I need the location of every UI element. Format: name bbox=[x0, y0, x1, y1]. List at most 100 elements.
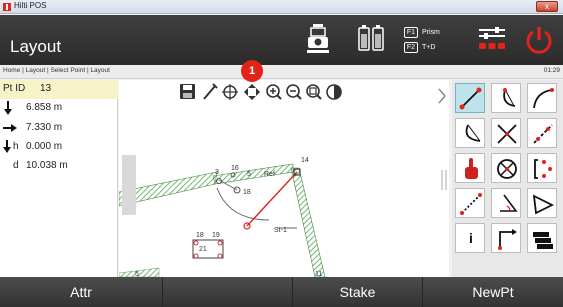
tool-bracket-points[interactable] bbox=[527, 153, 557, 183]
battery-icon[interactable] bbox=[358, 24, 384, 54]
layout-map[interactable]: 3 16 5 Ref 14 18 18 19 21 St-1 13 5 11 bbox=[119, 80, 449, 277]
target-icon bbox=[497, 159, 517, 179]
splitter-grip-icon[interactable] bbox=[440, 170, 448, 190]
hand-point-icon bbox=[465, 158, 478, 179]
hatched-wall-bottom bbox=[119, 267, 160, 277]
f2-key-icon[interactable]: F2 bbox=[404, 42, 418, 53]
tool-angle[interactable] bbox=[491, 188, 521, 218]
hatched-wall-top bbox=[212, 163, 294, 185]
pan-icon[interactable] bbox=[244, 84, 260, 100]
map-drawing: 3 16 5 Ref 14 18 18 19 21 St-1 13 5 11 bbox=[119, 157, 326, 277]
tool-axis[interactable] bbox=[491, 223, 521, 253]
crosshair-icon[interactable] bbox=[222, 84, 238, 100]
map-label: 19 bbox=[212, 232, 220, 239]
zoom-in-icon[interactable] bbox=[266, 84, 282, 100]
map-toolbar bbox=[180, 82, 380, 102]
map-label: 21 bbox=[199, 246, 207, 253]
line-icon bbox=[459, 87, 482, 110]
dashed-line-icon bbox=[460, 193, 482, 215]
h-label: h bbox=[13, 141, 19, 152]
tool-target[interactable] bbox=[491, 153, 521, 183]
title-bar: Hilti POS x bbox=[0, 0, 563, 14]
map-label: 18 bbox=[196, 232, 204, 239]
arrow-right-icon bbox=[3, 124, 17, 132]
tool-info[interactable]: i bbox=[455, 223, 485, 253]
tool-layers[interactable] bbox=[527, 223, 557, 253]
down-row: 6.858 m bbox=[0, 99, 118, 118]
header: Layout F1 Prism F2 T+D bbox=[0, 15, 563, 65]
map-label: 5 bbox=[247, 171, 251, 178]
hilti-logo-icon bbox=[3, 3, 11, 11]
f1-key-icon[interactable]: F1 bbox=[404, 27, 418, 38]
panel-scroll-handle[interactable] bbox=[122, 155, 136, 215]
tool-hand-point[interactable] bbox=[455, 153, 485, 183]
close-button[interactable]: x bbox=[536, 1, 558, 12]
f2-label: T+D bbox=[422, 44, 436, 51]
power-icon[interactable] bbox=[524, 25, 554, 55]
zoom-out-icon[interactable] bbox=[286, 84, 302, 100]
map-label: Ref bbox=[264, 171, 275, 178]
d-value: 10.038 m bbox=[26, 160, 68, 171]
map-label: 16 bbox=[231, 165, 239, 172]
contrast-icon[interactable] bbox=[326, 84, 342, 100]
polygon-icon bbox=[532, 194, 555, 215]
map-label: St-1 bbox=[274, 227, 287, 234]
angle-icon bbox=[500, 194, 518, 212]
tool-curve[interactable] bbox=[527, 83, 557, 113]
attr-button[interactable]: Attr bbox=[0, 277, 163, 307]
tool-arc-left[interactable] bbox=[455, 118, 485, 148]
d-label: d bbox=[13, 160, 19, 171]
down-value: 6.858 m bbox=[26, 102, 63, 113]
window-title: Hilti POS bbox=[14, 1, 47, 10]
curve-icon bbox=[533, 88, 554, 109]
tool-polygon[interactable] bbox=[527, 188, 557, 218]
h-value: 0.000 m bbox=[26, 141, 63, 152]
breadcrumb: Home | Layout | Select Point | Layout 01… bbox=[0, 65, 563, 79]
intersect-icon bbox=[497, 124, 517, 144]
arc-left-icon bbox=[465, 124, 481, 142]
hatched-wall-right bbox=[290, 167, 326, 277]
height-arrow-icon bbox=[3, 140, 11, 153]
info-icon: i bbox=[469, 230, 473, 246]
tool-arc[interactable] bbox=[491, 83, 521, 113]
app-window: Hilti POS x Layout F1 Prism F2 T+D Home … bbox=[0, 0, 563, 307]
footer-empty-slot bbox=[163, 277, 293, 307]
stake-line bbox=[246, 171, 298, 227]
breadcrumb-path[interactable]: Home | Layout | Select Point | Layout bbox=[3, 67, 110, 74]
map-label: 3 bbox=[215, 169, 219, 176]
clock: 01:29 bbox=[543, 67, 560, 74]
arrow-down-icon bbox=[4, 101, 12, 115]
tool-line[interactable] bbox=[455, 83, 485, 113]
point-info-panel: Pt ID 13 6.858 m 7.330 m h 0.000 m d 10.… bbox=[0, 80, 118, 277]
save-icon[interactable] bbox=[180, 84, 195, 99]
height-row: h 0.000 m bbox=[0, 138, 118, 157]
stake-button[interactable]: Stake bbox=[293, 277, 423, 307]
pt-id-label: Pt ID bbox=[3, 83, 26, 94]
axis-icon bbox=[498, 229, 517, 250]
zoom-fit-icon[interactable] bbox=[306, 84, 322, 100]
newpt-button[interactable]: NewPt bbox=[423, 277, 563, 307]
tool-offset-line[interactable] bbox=[527, 118, 557, 148]
bracket-points-icon bbox=[534, 159, 552, 179]
settings-sliders-icon[interactable] bbox=[478, 27, 506, 53]
layers-icon bbox=[533, 232, 553, 249]
pt-id-row[interactable]: Pt ID 13 bbox=[0, 80, 118, 99]
map-label: 14 bbox=[301, 157, 309, 164]
right-row: 7.330 m bbox=[0, 119, 118, 138]
f1-label: Prism bbox=[422, 29, 440, 36]
layout-tool-panel: i bbox=[452, 80, 563, 277]
page-title: Layout bbox=[10, 37, 62, 56]
pt-id-value: 13 bbox=[40, 83, 52, 94]
tool-intersect[interactable] bbox=[491, 118, 521, 148]
tool-dashed-line[interactable] bbox=[455, 188, 485, 218]
footer-bar: Attr Stake NewPt bbox=[0, 277, 563, 307]
arc-icon bbox=[503, 88, 516, 107]
chevron-right-icon[interactable] bbox=[437, 88, 447, 104]
measure-tool-icon[interactable] bbox=[203, 83, 218, 100]
right-value: 7.330 m bbox=[26, 122, 63, 133]
map-label: 18 bbox=[243, 189, 251, 196]
offset-line-icon bbox=[533, 124, 553, 144]
callout-badge: 1 bbox=[241, 60, 263, 82]
distance-row: d 10.038 m bbox=[0, 157, 118, 176]
total-station-icon[interactable] bbox=[305, 24, 331, 56]
